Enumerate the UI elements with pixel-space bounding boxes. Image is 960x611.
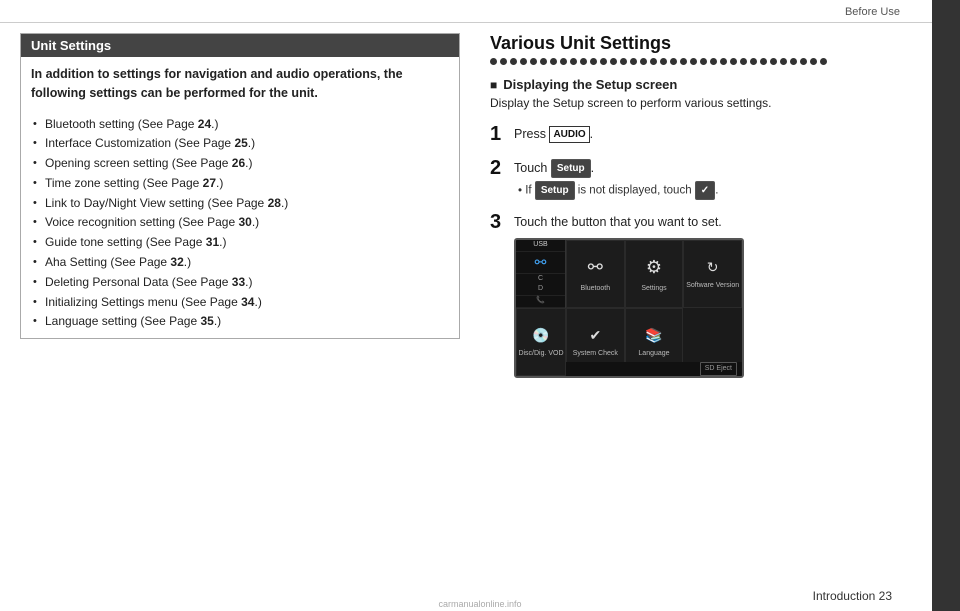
step-2: 2 Touch Setup. If Setup is not displayed… bbox=[490, 156, 940, 200]
dot bbox=[740, 58, 747, 65]
sidebar-item-usb: USB bbox=[516, 240, 565, 252]
setup-cell-software: ↻ Software Version bbox=[683, 240, 742, 308]
dot bbox=[780, 58, 787, 65]
dot bbox=[650, 58, 657, 65]
dot bbox=[690, 58, 697, 65]
dot bbox=[770, 58, 777, 65]
language-label: Language bbox=[638, 349, 669, 360]
dots-row bbox=[490, 58, 940, 65]
right-sidebar-bar bbox=[932, 0, 960, 611]
settings-label: Settings bbox=[641, 284, 666, 295]
setup-sidebar: USB ⚯ CD 📞 bbox=[516, 240, 566, 308]
dot bbox=[630, 58, 637, 65]
top-bar: Before Use bbox=[0, 0, 960, 23]
setup-cell-settings: ⚙ Settings bbox=[625, 240, 684, 308]
list-item: Deleting Personal Data (See Page 33.) bbox=[31, 273, 449, 293]
dot bbox=[490, 58, 497, 65]
unit-settings-title: Unit Settings bbox=[21, 34, 459, 57]
sidebar-item-bt: ⚯ bbox=[516, 252, 565, 274]
step-number-2: 2 bbox=[490, 156, 506, 180]
dot bbox=[810, 58, 817, 65]
header-label: Before Use bbox=[845, 6, 900, 18]
step-text-2: Touch Setup. If Setup is not displayed, … bbox=[514, 156, 718, 200]
software-icon: ↻ bbox=[707, 257, 719, 278]
dot bbox=[720, 58, 727, 65]
dot bbox=[600, 58, 607, 65]
section-subtext: Display the Setup screen to perform vari… bbox=[490, 96, 940, 110]
dot bbox=[680, 58, 687, 65]
list-item: Voice recognition setting (See Page 30.) bbox=[31, 213, 449, 233]
step-number-3: 3 bbox=[490, 210, 506, 234]
setup-bottom-bar: SD Eject bbox=[566, 362, 742, 376]
list-item: Language setting (See Page 35.) bbox=[31, 312, 449, 332]
dot bbox=[790, 58, 797, 65]
bluetooth-icon: ⚯ bbox=[588, 254, 603, 281]
language-icon: 📚 bbox=[645, 325, 662, 346]
various-title: Various Unit Settings bbox=[490, 33, 940, 54]
footer-label: Introduction 23 bbox=[813, 589, 892, 603]
setup-badge: Setup bbox=[551, 159, 591, 178]
list-item: Link to Day/Night View setting (See Page… bbox=[31, 194, 449, 214]
dot bbox=[750, 58, 757, 65]
list-item: Initializing Settings menu (See Page 34.… bbox=[31, 293, 449, 313]
dot bbox=[760, 58, 767, 65]
dot bbox=[580, 58, 587, 65]
dot bbox=[520, 58, 527, 65]
list-item: Aha Setting (See Page 32.) bbox=[31, 253, 449, 273]
list-item: Time zone setting (See Page 27.) bbox=[31, 174, 449, 194]
list-item: Interface Customization (See Page 25.) bbox=[31, 134, 449, 154]
dot bbox=[540, 58, 547, 65]
unit-settings-box: Unit Settings In addition to settings fo… bbox=[20, 33, 460, 339]
sidebar-item-cd: CD bbox=[516, 274, 565, 296]
step-number-1: 1 bbox=[490, 122, 506, 146]
dot bbox=[820, 58, 827, 65]
step-text-3: Touch the button that you want to set. U… bbox=[514, 210, 744, 378]
step-1: 1 Press AUDIO. bbox=[490, 122, 940, 146]
step-sub-2: If Setup is not displayed, touch ✓. bbox=[514, 181, 718, 200]
setup-cell-bluetooth: ⚯ Bluetooth bbox=[566, 240, 625, 308]
disc-label: Disc/Dig. VOD bbox=[518, 349, 563, 360]
chevron-badge: ✓ bbox=[695, 181, 715, 200]
dot bbox=[550, 58, 557, 65]
dot bbox=[500, 58, 507, 65]
list-item: Bluetooth setting (See Page 24.) bbox=[31, 115, 449, 135]
dot bbox=[700, 58, 707, 65]
right-column: Various Unit Settings bbox=[490, 33, 940, 388]
list-item: Guide tone setting (See Page 31.) bbox=[31, 233, 449, 253]
audio-badge: AUDIO bbox=[549, 126, 589, 143]
step-3: 3 Touch the button that you want to set.… bbox=[490, 210, 940, 378]
dot bbox=[590, 58, 597, 65]
section-heading: Displaying the Setup screen bbox=[490, 77, 940, 92]
dot bbox=[640, 58, 647, 65]
dot bbox=[800, 58, 807, 65]
left-column: Unit Settings In addition to settings fo… bbox=[20, 33, 460, 388]
dot bbox=[530, 58, 537, 65]
list-item: Opening screen setting (See Page 26.) bbox=[31, 154, 449, 174]
main-content: Unit Settings In addition to settings fo… bbox=[0, 23, 960, 398]
dot bbox=[620, 58, 627, 65]
sidebar-item-phone: 📞 bbox=[516, 296, 565, 308]
dot bbox=[660, 58, 667, 65]
setup-screen: USB ⚯ CD 📞 ⚯ Bluetooth ⚙ Settings bbox=[514, 238, 744, 378]
bluetooth-label: Bluetooth bbox=[581, 284, 611, 295]
settings-icon: ⚙ bbox=[646, 254, 662, 281]
dot bbox=[670, 58, 677, 65]
bullet-list: Bluetooth setting (See Page 24.) Interfa… bbox=[31, 115, 449, 333]
dot bbox=[510, 58, 517, 65]
dot bbox=[570, 58, 577, 65]
dot bbox=[710, 58, 717, 65]
system-icon: ✔ bbox=[589, 325, 601, 346]
watermark: carmanualonline.info bbox=[438, 599, 521, 609]
dot bbox=[610, 58, 617, 65]
step-text-1: Press AUDIO. bbox=[514, 122, 593, 144]
disc-icon: 💿 bbox=[532, 325, 549, 346]
setup-cell-disc: 💿 Disc/Dig. VOD bbox=[516, 308, 566, 376]
system-label: System Check bbox=[573, 349, 618, 360]
intro-text: In addition to settings for navigation a… bbox=[31, 65, 449, 103]
dot bbox=[730, 58, 737, 65]
dot bbox=[560, 58, 567, 65]
sd-eject-button: SD Eject bbox=[700, 362, 737, 377]
software-label: Software Version bbox=[686, 281, 739, 292]
setup-badge-sub: Setup bbox=[535, 181, 575, 200]
